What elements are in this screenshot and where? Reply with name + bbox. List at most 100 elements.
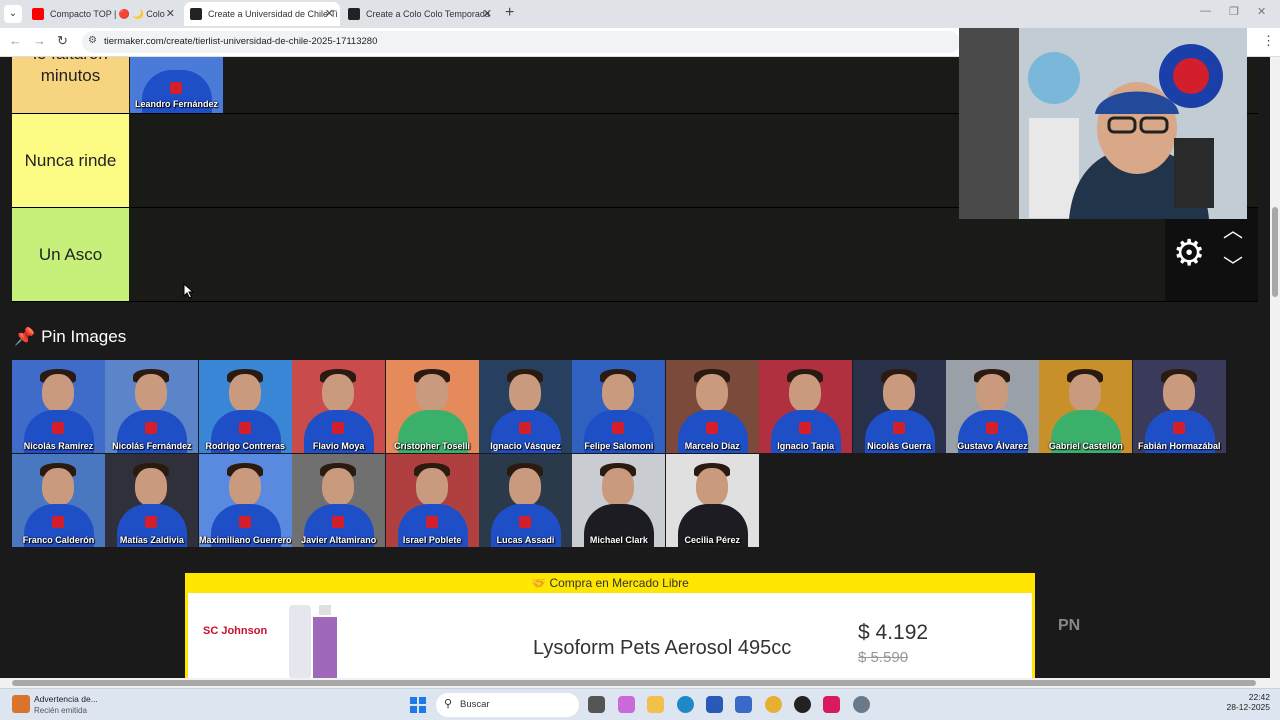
tier-label[interactable]: Nunca rinde (12, 114, 129, 207)
outlook-icon[interactable] (735, 696, 752, 713)
window-close-icon[interactable]: ✕ (1257, 5, 1266, 18)
player-name: Nicolás Fernández (112, 441, 192, 451)
player-card[interactable]: Rodrigo Contreras (198, 360, 292, 453)
tier-controls: ⚙ ︿ ﹀ (1165, 208, 1258, 301)
tiktok-icon[interactable] (823, 696, 840, 713)
copilot-icon[interactable] (618, 696, 635, 713)
player-name: Cristopher Toselli (394, 441, 471, 451)
restore-icon[interactable]: ❐ (1229, 5, 1239, 18)
player-name: Cecilia Pérez (684, 535, 741, 545)
mercado-libre-ad[interactable]: 🤝 Compra en Mercado Libre SC Johnson Lys… (185, 573, 1035, 678)
player-name: Lucas Assadi (496, 535, 555, 545)
player-name: Rodrigo Contreras (205, 441, 286, 451)
notification-subtitle: Recién emitida (34, 706, 87, 715)
minimize-icon[interactable]: — (1200, 5, 1211, 17)
windows-taskbar: Advertencia de... Recién emitida ⚲ Busca… (0, 688, 1280, 720)
tier-row-un-asco: Un Asco ⚙ ︿ ﹀ (12, 208, 1258, 302)
player-name: Israel Poblete (402, 535, 462, 545)
tiermaker-icon (190, 8, 202, 20)
player-name: Felipe Salomoni (584, 441, 654, 451)
product-price: $ 4.192 (858, 621, 929, 644)
player-name: Maximiliano Guerrero (199, 535, 292, 545)
player-card[interactable]: Nicolás Ramírez (12, 360, 105, 453)
close-icon[interactable]: ✕ (166, 2, 175, 26)
horizontal-scrollbar[interactable] (0, 678, 1280, 688)
tier-dropzone[interactable] (129, 208, 1258, 301)
taskbar-search[interactable]: ⚲ Buscar (436, 693, 579, 717)
ad-body[interactable]: SC Johnson Lysoform Pets Aerosol 495cc $… (188, 593, 1032, 678)
file-explorer-icon[interactable] (647, 696, 664, 713)
browser-menu-icon[interactable]: ⋮ (1262, 33, 1275, 49)
player-card[interactable]: Cecilia Pérez (665, 454, 759, 547)
scroll-thumb[interactable] (12, 680, 1256, 686)
player-card[interactable]: Nicolás Guerra (852, 360, 946, 453)
player-name: Leandro Fernández (134, 99, 218, 109)
edge-icon[interactable] (677, 696, 694, 713)
player-card[interactable]: Felipe Salomoni (572, 360, 666, 453)
handshake-icon: 🤝 (531, 576, 547, 590)
tab-colo-colo[interactable]: Create a Colo Colo Temporada ✕ (342, 2, 498, 26)
store-icon[interactable] (706, 696, 723, 713)
webcam-image (959, 28, 1247, 219)
site-info-icon[interactable]: ⚙ (88, 35, 97, 46)
player-name: Gustavo Álvarez (957, 441, 1028, 451)
tab-compacto[interactable]: Compacto TOP | 🔴 🌙 Colo ✕ (26, 2, 181, 26)
player-name: Matías Zaldivia (119, 535, 184, 545)
player-card[interactable]: Ignacio Tapia (759, 360, 853, 453)
system-clock[interactable]: 22:42 28-12-2025 (1225, 692, 1270, 712)
player-name: Michael Clark (589, 535, 648, 545)
player-card[interactable]: Ignacio Vásquez (479, 360, 572, 453)
url-text[interactable]: tiermaker.com/create/tierlist-universida… (104, 36, 377, 47)
gear-icon[interactable]: ⚙ (1173, 232, 1205, 274)
new-tab-button[interactable]: + (505, 4, 514, 22)
browser-tab-strip: ⌄ Compacto TOP | 🔴 🌙 Colo ✕ Create a Uni… (0, 0, 1280, 28)
settings-icon[interactable] (853, 696, 870, 713)
close-icon[interactable]: ✕ (325, 2, 334, 26)
player-card[interactable]: Israel Poblete (385, 454, 479, 547)
forward-icon[interactable]: → (33, 33, 46, 48)
clock-time: 22:42 (1248, 692, 1270, 702)
tab-title: Compacto TOP | 🔴 🌙 Colo (50, 9, 165, 19)
close-icon[interactable]: ✕ (483, 2, 492, 26)
player-name: Ignacio Tapia (777, 441, 835, 451)
player-card[interactable]: Gustavo Álvarez (946, 360, 1039, 453)
tier-label[interactable]: Un Asco (12, 208, 129, 301)
player-card-leandro-fernandez[interactable]: Leandro Fernández (130, 57, 223, 113)
player-card[interactable]: Franco Calderón (12, 454, 105, 547)
pin-icon: 📌 (14, 327, 36, 346)
player-card[interactable]: Lucas Assadi (479, 454, 572, 547)
player-card[interactable]: Michael Clark (572, 454, 666, 547)
chrome-icon[interactable] (765, 696, 782, 713)
player-card[interactable]: Fabián Hormazábal (1132, 360, 1226, 453)
tab-universidad-de-chile[interactable]: Create a Universidad de Chile Ti ✕ (184, 2, 340, 26)
ad-header: 🤝 Compra en Mercado Libre (185, 573, 1035, 593)
brand-logo: SC Johnson (203, 625, 268, 637)
player-card[interactable]: Matías Zaldivia (105, 454, 199, 547)
tab-search-menu-button[interactable]: ⌄ (4, 5, 22, 23)
reload-icon[interactable]: ↻ (57, 33, 68, 49)
scroll-thumb[interactable] (1272, 207, 1278, 297)
player-name: Ignacio Vásquez (490, 441, 561, 451)
player-name: Marcelo Díaz (684, 441, 740, 451)
mouse-cursor-icon (183, 283, 195, 299)
back-icon[interactable]: ← (9, 33, 22, 48)
product-old-price: $ 5.590 (858, 649, 909, 666)
player-card[interactable]: Cristopher Toselli (385, 360, 479, 453)
side-logo: PN (1058, 617, 1081, 634)
player-card[interactable]: Marcelo Díaz (665, 360, 759, 453)
obs-icon[interactable] (794, 696, 811, 713)
chevron-down-icon[interactable]: ﹀ (1223, 250, 1243, 279)
player-card[interactable]: Flavio Moya (292, 360, 386, 453)
search-placeholder: Buscar (460, 699, 490, 710)
player-card[interactable]: Nicolás Fernández (105, 360, 199, 453)
player-name: Gabriel Castellón (1048, 441, 1123, 451)
url-bar[interactable]: ⚙ tiermaker.com/create/tierlist-universi… (82, 31, 960, 53)
tiermaker-icon (348, 8, 360, 20)
tier-label[interactable]: le faltaron minutos (12, 57, 129, 113)
windows-start-icon[interactable] (410, 697, 426, 713)
task-view-icon[interactable] (588, 696, 605, 713)
player-card[interactable]: Javier Altamirano (292, 454, 386, 547)
player-card[interactable]: Maximiliano Guerrero (198, 454, 292, 547)
player-card[interactable]: Gabriel Castellón (1039, 360, 1133, 453)
vertical-scrollbar[interactable] (1270, 57, 1280, 678)
